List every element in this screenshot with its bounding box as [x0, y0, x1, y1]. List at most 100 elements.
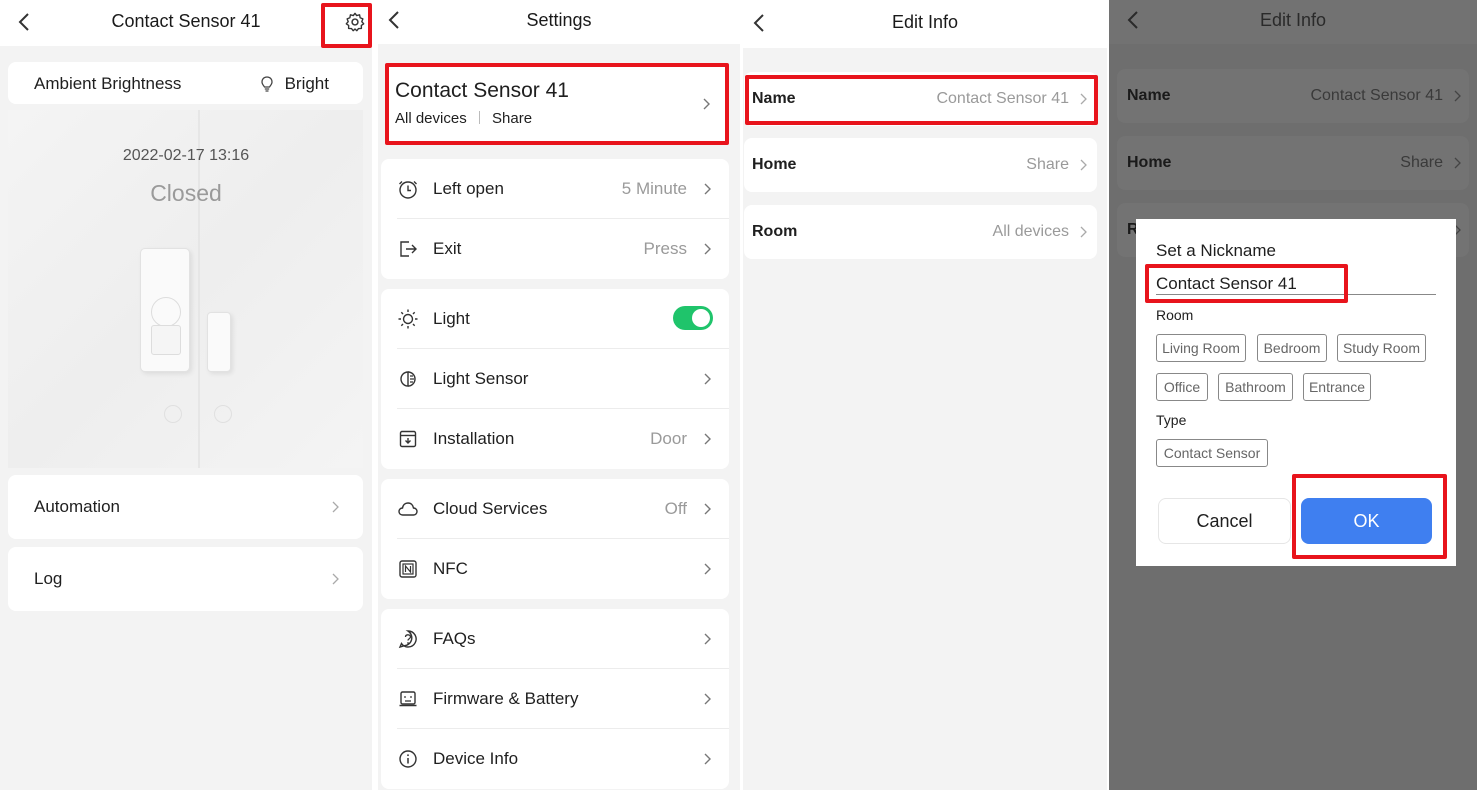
page-title: Contact Sensor 41: [111, 11, 261, 31]
ambient-brightness-card: Ambient Brightness Bright: [8, 62, 363, 104]
log-row[interactable]: Log: [8, 547, 363, 611]
settings-row-value: Press: [643, 239, 687, 258]
edit-row-label: Name: [1127, 87, 1171, 104]
nickname-input[interactable]: [1156, 273, 1436, 295]
sensor-image: [140, 248, 190, 372]
settings-row-value: Door: [650, 429, 687, 448]
settings-row-faqs[interactable]: FAQs: [381, 609, 729, 669]
question-icon: [397, 628, 419, 650]
ambient-brightness-value: Bright: [284, 74, 329, 93]
edit-row-label: Name: [752, 90, 796, 107]
device-room: All devices: [395, 110, 467, 127]
edit-row-name[interactable]: Name Contact Sensor 41: [744, 72, 1097, 126]
room-chip[interactable]: Office: [1156, 373, 1208, 401]
settings-row-value: Off: [664, 499, 687, 518]
settings-row-light-sensor[interactable]: Light Sensor: [381, 349, 729, 409]
nfc-icon: [397, 558, 419, 580]
dimmed-row-name: Name Contact Sensor 41: [1117, 69, 1469, 123]
edit-row-value: All devices: [992, 223, 1069, 240]
settings-row-nfc[interactable]: NFC: [381, 539, 729, 599]
clock-icon: [397, 178, 419, 200]
settings-group-4: FAQs Firmware & Battery Device Info: [381, 609, 729, 789]
device-topbar: Contact Sensor 41: [0, 0, 372, 46]
type-chip[interactable]: Contact Sensor: [1156, 439, 1268, 467]
chevron-right-icon: [703, 241, 713, 257]
light-toggle[interactable]: [673, 306, 713, 330]
chevron-right-icon: [703, 631, 713, 647]
settings-row-label: Installation: [433, 429, 515, 448]
chevron-right-icon: [331, 571, 341, 587]
edit-row-value: Contact Sensor 41: [1310, 87, 1443, 104]
ok-button[interactable]: OK: [1301, 498, 1432, 544]
settings-group-1: Left open 5 Minute Exit Press: [381, 159, 729, 279]
bulb-icon: [259, 74, 275, 94]
edit-row-room[interactable]: Room All devices: [744, 205, 1097, 259]
settings-row-label: Light Sensor: [433, 369, 529, 388]
edit-row-home[interactable]: Home Share: [744, 138, 1097, 192]
dimmed-row-home: Home Share: [1117, 136, 1469, 190]
edit-row-label: Room: [752, 223, 798, 240]
device-home: Share: [492, 110, 533, 127]
room-chip[interactable]: Bathroom: [1218, 373, 1293, 401]
settings-row-label: FAQs: [433, 629, 476, 648]
device-name: Contact Sensor 41: [395, 79, 569, 102]
chevron-right-icon: [703, 561, 713, 577]
page-title: Edit Info: [1259, 10, 1327, 30]
screw-icon: [164, 405, 182, 423]
settings-row-label: Exit: [433, 239, 462, 258]
chevron-right-icon: [703, 691, 713, 707]
settings-row-label: Firmware & Battery: [433, 689, 579, 708]
device-name-card[interactable]: Contact Sensor 41 All devices Share: [386, 64, 728, 144]
room-chip[interactable]: Study Room: [1337, 334, 1426, 362]
edit-row-value: Contact Sensor 41: [936, 90, 1069, 107]
ambient-brightness-label: Ambient Brightness: [34, 74, 182, 93]
chevron-right-icon: [703, 181, 713, 197]
settings-group-2: Light Light Sensor Installation Door: [381, 289, 729, 469]
chevron-right-icon: [1079, 224, 1089, 240]
settings-row-installation[interactable]: Installation Door: [381, 409, 729, 469]
settings-row-exit[interactable]: Exit Press: [381, 219, 729, 279]
edit-row-value: Share: [1026, 156, 1069, 173]
screw-icon: [214, 405, 232, 423]
settings-row-cloud[interactable]: Cloud Services Off: [381, 479, 729, 539]
dialog-title: Set a Nickname: [1156, 241, 1276, 260]
settings-row-left-open[interactable]: Left open 5 Minute: [381, 159, 729, 219]
room-chip[interactable]: Bedroom: [1257, 334, 1327, 362]
nickname-dialog-panel: Edit Info Name Contact Sensor 41 Home Sh…: [1109, 0, 1477, 790]
log-label: Log: [34, 569, 63, 588]
door-status: Closed: [150, 180, 222, 206]
gear-icon[interactable]: [344, 11, 366, 33]
firmware-icon: [397, 688, 419, 710]
light-sensor-icon: [397, 368, 419, 390]
settings-row-label: Cloud Services: [433, 499, 548, 518]
settings-row-firmware[interactable]: Firmware & Battery: [381, 669, 729, 729]
magnet-image: [207, 312, 231, 372]
room-chip[interactable]: Living Room: [1156, 334, 1246, 362]
cancel-button[interactable]: Cancel: [1158, 498, 1291, 544]
device-location: All devices Share: [395, 110, 532, 127]
chevron-right-icon: [703, 431, 713, 447]
nickname-dialog: Set a Nickname Room Living Room Bedroom …: [1136, 219, 1456, 566]
settings-panel: Settings Contact Sensor 41 All devices S…: [378, 0, 740, 790]
automation-row[interactable]: Automation: [8, 475, 363, 539]
type-label: Type: [1156, 412, 1187, 428]
page-title: Settings: [526, 10, 592, 30]
status-timestamp: 2022-02-17 13:16: [122, 147, 250, 164]
settings-group-3: Cloud Services Off NFC: [381, 479, 729, 599]
chevron-right-icon: [1453, 155, 1463, 171]
settings-row-device-info[interactable]: Device Info: [381, 729, 729, 789]
info-icon: [397, 748, 419, 770]
page-title: Edit Info: [891, 12, 959, 32]
edit-info-panel: Edit Info Name Contact Sensor 41 Home Sh…: [743, 0, 1107, 790]
dimmed-topbar: Edit Info: [1109, 0, 1477, 44]
edit-row-label: Home: [1127, 154, 1172, 171]
chevron-right-icon: [703, 751, 713, 767]
location-divider: [478, 111, 480, 124]
settings-row-value: 5 Minute: [621, 179, 687, 198]
sun-icon: [397, 308, 419, 330]
room-chip[interactable]: Entrance: [1303, 373, 1371, 401]
edit-row-value: Share: [1400, 154, 1443, 171]
settings-row-label: Light: [433, 309, 470, 328]
settings-topbar: Settings: [378, 0, 740, 44]
chevron-right-icon: [703, 501, 713, 517]
